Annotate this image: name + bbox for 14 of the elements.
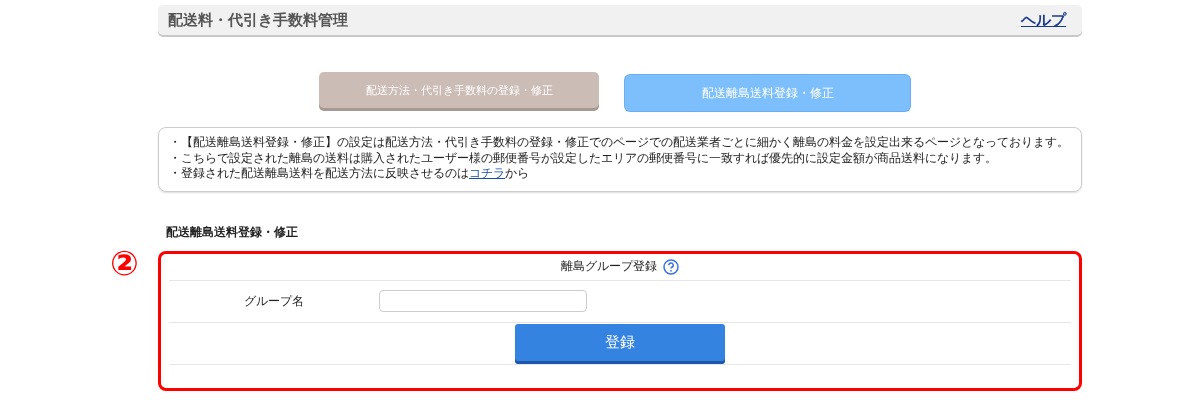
- register-button[interactable]: 登録: [515, 323, 725, 361]
- field-label: グループ名: [243, 292, 305, 310]
- callout-number: ②: [110, 245, 139, 280]
- help-link[interactable]: ヘルプ: [1021, 10, 1066, 30]
- input-field[interactable]: [379, 290, 587, 312]
- tab[interactable]: 配送離島送料登録・修正: [625, 75, 910, 111]
- notice-text: ・こちらで設定された離島の送料は購入されたユーザー様の郵便番号が設定したエリアの郵便番号に一致すれば優先的に設定金額が商品送料になります。: [169, 150, 998, 166]
- section-title: 配送離島送料登録・修正: [166, 223, 299, 241]
- notice-text: ・登録された配送離島送料を配送方法に反映させるのは コチラから: [169, 166, 530, 182]
- notice-text: ・【配送離島送料登録・修正】の設定は配送方法・代引き手数料の登録・修正でのページでの配送業者ごとに細かく離島の料金を設定出来るページとなっております。: [169, 135, 1070, 151]
- form-heading: 離島グループ登録: [561, 258, 657, 275]
- page-title: 配送料・代引き手数料管理: [168, 10, 348, 30]
- here-link[interactable]: コチラ: [469, 166, 505, 180]
- help-icon[interactable]: [663, 258, 679, 275]
